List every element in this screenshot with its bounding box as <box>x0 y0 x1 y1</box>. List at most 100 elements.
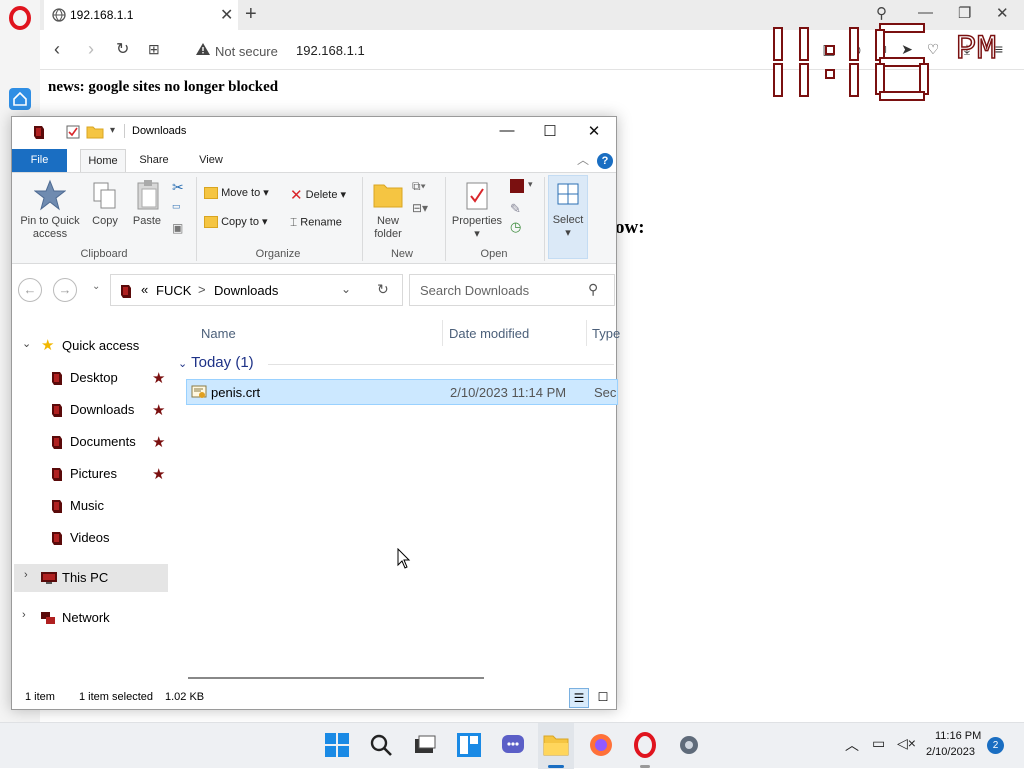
search-icon[interactable]: ⚲ <box>588 281 598 298</box>
tab-file[interactable]: File <box>12 149 67 172</box>
nav-item-downloads[interactable]: Downloads ★ <box>12 396 172 424</box>
tab-view[interactable]: View <box>192 149 230 172</box>
volume-muted-icon[interactable]: ◁× <box>897 735 916 752</box>
explorer-maximize-icon[interactable]: ☐ <box>535 122 565 142</box>
column-header-type[interactable]: Type <box>592 326 620 341</box>
column-separator[interactable] <box>586 320 587 346</box>
breadcrumb-current[interactable]: Downloads <box>214 283 278 298</box>
paste-button[interactable]: Paste <box>128 177 166 237</box>
speed-dial-icon[interactable]: ⊞ <box>148 41 160 58</box>
search-tabs-icon[interactable]: ⚲ <box>876 4 887 22</box>
new-folder-qa-icon[interactable] <box>86 125 104 139</box>
nav-item-music[interactable]: Music <box>12 492 172 520</box>
forward-icon[interactable]: › <box>88 39 94 60</box>
new-folder-button[interactable]: New folder <box>368 177 408 243</box>
path-overflow[interactable]: « <box>141 282 148 297</box>
help-icon[interactable]: ? <box>597 153 613 169</box>
expand-chevron-icon[interactable]: › <box>24 569 28 581</box>
copy-path-icon[interactable]: ▭ <box>172 201 181 212</box>
column-separator[interactable] <box>442 320 443 346</box>
tab-home[interactable]: Home <box>80 149 126 172</box>
home-icon[interactable] <box>9 88 31 110</box>
tray-date[interactable]: 2/10/2023 <box>926 746 975 758</box>
show-hidden-icons-icon[interactable]: ︿ <box>845 735 859 755</box>
file-row[interactable]: penis.crt 2/10/2023 11:14 PM Sec <box>186 379 618 405</box>
edit-icon[interactable]: ✎ <box>510 201 521 217</box>
browser-tab[interactable]: 192.168.1.1 ✕ <box>44 0 238 30</box>
nav-item-pictures[interactable]: Pictures ★ <box>12 460 172 488</box>
restore-icon[interactable]: ❐ <box>958 4 971 22</box>
close-tab-icon[interactable]: ✕ <box>220 5 233 25</box>
reload-icon[interactable]: ↻ <box>116 39 129 59</box>
file-explorer-taskbar-button[interactable] <box>538 723 574 769</box>
properties-button[interactable]: Properties ▾ <box>450 177 504 243</box>
large-icons-view-icon[interactable]: ☐ <box>593 688 613 708</box>
mouse-cursor-icon <box>397 548 411 569</box>
collapse-group-icon[interactable]: ⌄ <box>178 358 187 370</box>
open-app-icon[interactable] <box>510 179 524 193</box>
nav-item-documents[interactable]: Documents ★ <box>12 428 172 456</box>
explorer-forward-icon[interactable]: → <box>53 278 77 302</box>
nav-this-pc[interactable]: › This PC <box>14 564 168 592</box>
firefox-icon[interactable] <box>588 732 614 758</box>
search-downloads-input[interactable]: Search Downloads ⚲ <box>409 274 615 306</box>
expand-chevron-icon[interactable]: ⌄ <box>22 337 31 350</box>
task-view-icon[interactable] <box>412 732 438 758</box>
expand-chevron-icon[interactable]: › <box>22 609 26 621</box>
select-button[interactable]: Select ▾ <box>548 175 588 259</box>
path-dropdown-icon[interactable]: ⌄ <box>341 282 351 296</box>
tab-share[interactable]: Share <box>134 149 174 172</box>
group-header-today[interactable]: ⌄ Today (1) <box>178 354 254 371</box>
back-icon[interactable]: ‹ <box>54 39 60 60</box>
notification-badge[interactable]: 2 <box>987 737 1004 754</box>
explorer-back-icon[interactable]: ← <box>18 278 42 302</box>
chat-icon[interactable] <box>500 732 526 758</box>
close-window-icon[interactable]: ✕ <box>996 4 1009 22</box>
network-tray-icon[interactable]: ▭ <box>872 735 885 752</box>
refresh-icon[interactable]: ↻ <box>377 281 389 298</box>
network-icon <box>41 612 55 624</box>
customize-qa-icon[interactable]: ▾ <box>110 125 115 136</box>
properties-qa-icon[interactable] <box>66 125 80 139</box>
search-taskbar-icon[interactable] <box>368 732 394 758</box>
recent-locations-icon[interactable]: ⌄ <box>92 281 100 292</box>
settings-gear-icon[interactable] <box>676 732 702 758</box>
open-dropdown-icon[interactable]: ▾ <box>528 179 533 190</box>
nav-quick-access[interactable]: ⌄ ★ Quick access <box>12 332 172 360</box>
move-to-button[interactable]: Move to ▾ <box>204 186 269 200</box>
nav-network[interactable]: › Network <box>12 604 172 632</box>
tray-time[interactable]: 11:16 PM <box>935 730 981 742</box>
widgets-icon[interactable] <box>456 732 482 758</box>
delete-button[interactable]: ✕ Delete ▾ <box>290 186 346 204</box>
history-icon[interactable]: ◷ <box>510 219 521 235</box>
opera-logo-icon[interactable] <box>9 6 31 30</box>
security-label[interactable]: Not secure <box>215 44 278 59</box>
delete-icon: ✕ <box>290 187 303 204</box>
nav-item-videos[interactable]: Videos <box>12 524 172 552</box>
start-icon[interactable] <box>324 732 350 758</box>
collapse-ribbon-icon[interactable]: ︿ <box>577 151 589 168</box>
warning-icon[interactable] <box>195 42 211 56</box>
paste-shortcut-icon[interactable]: ▣ <box>172 221 183 235</box>
copy-button[interactable]: Copy <box>88 177 122 237</box>
column-header-name[interactable]: Name <box>201 326 236 341</box>
rename-button[interactable]: ⌶ Rename <box>290 215 342 230</box>
copy-to-button[interactable]: Copy to ▾ <box>204 215 268 229</box>
opera-taskbar-icon[interactable] <box>632 732 658 758</box>
easy-access-icon[interactable]: ⊟▾ <box>412 201 428 215</box>
explorer-minimize-icon[interactable]: — <box>492 122 522 142</box>
new-item-icon[interactable]: ⧉▾ <box>412 179 426 194</box>
new-tab-icon[interactable]: + <box>245 3 257 26</box>
details-view-icon[interactable]: ☰ <box>569 688 589 708</box>
breadcrumb-root[interactable]: FUCK <box>156 283 191 298</box>
url-text[interactable]: 192.168.1.1 <box>296 43 365 58</box>
horizontal-scrollbar[interactable] <box>188 677 484 679</box>
nav-item-desktop[interactable]: Desktop ★ <box>12 364 172 392</box>
cut-icon[interactable]: ✂ <box>172 179 184 196</box>
path-bar[interactable]: « FUCK > Downloads ⌄ ↻ <box>110 274 403 306</box>
properties-dropdown-icon: ▾ <box>474 228 480 240</box>
minimize-icon[interactable]: — <box>918 4 933 21</box>
pin-to-quick-access-button[interactable]: Pin to Quick access <box>18 177 82 245</box>
explorer-close-icon[interactable]: ✕ <box>579 122 609 142</box>
column-header-date[interactable]: Date modified <box>449 326 529 341</box>
